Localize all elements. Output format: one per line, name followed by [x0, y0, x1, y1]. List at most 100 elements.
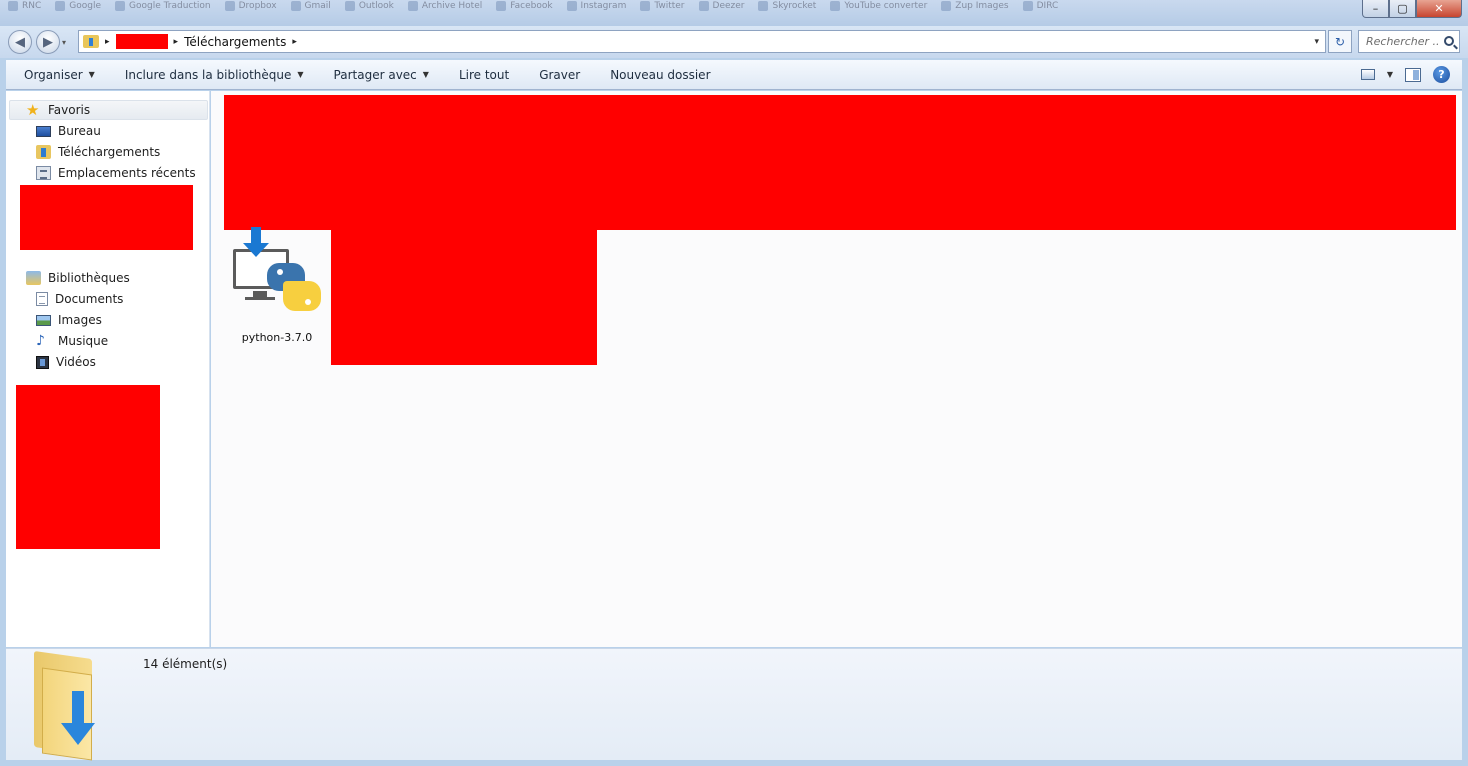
toolbar-button-nouveau-dossier[interactable]: Nouveau dossier: [595, 68, 725, 82]
sidebar-item-music[interactable]: ♪ Musique: [36, 331, 108, 351]
sidebar-item-label: Favoris: [48, 103, 91, 117]
bookmark-item[interactable]: Skyrocket: [758, 1, 816, 11]
toolbar-button-label: Graver: [539, 67, 581, 82]
sidebar-item-images[interactable]: Images: [36, 310, 102, 330]
bookmark-item[interactable]: Gmail: [290, 1, 331, 11]
bookmark-favicon-icon: [115, 1, 126, 11]
bookmark-favicon-icon: [640, 1, 651, 11]
sidebar-favorites-header[interactable]: ★ Favoris: [9, 100, 208, 120]
bookmark-label: Google: [69, 1, 102, 11]
bookmark-label: YouTube converter: [844, 1, 928, 11]
bookmark-item[interactable]: Facebook: [496, 1, 553, 11]
bookmark-label: Twitter: [654, 1, 685, 11]
bookmark-label: Instagram: [580, 1, 627, 11]
recent-pages-dropdown-icon[interactable]: ▾: [62, 38, 66, 47]
sidebar-item-label: Musique: [58, 334, 109, 348]
file-list-pane[interactable]: python-3.7.0: [211, 91, 1462, 647]
sidebar-item-label: Images: [58, 313, 102, 327]
toolbar-button-graver[interactable]: Graver: [524, 68, 595, 82]
bookmarks-strip: RNC Google Google Traduction Dropbox Gmail Ou…: [8, 0, 1058, 12]
refresh-icon: ↻: [1334, 34, 1346, 49]
breadcrumb-separator[interactable]: ▸: [292, 37, 297, 47]
bookmark-label: Gmail: [304, 1, 331, 11]
bookmark-item[interactable]: Deezer: [698, 1, 744, 11]
bookmark-item[interactable]: Instagram: [566, 1, 627, 11]
bookmark-item[interactable]: RNC: [8, 1, 41, 11]
navigation-pane: ★ Favoris Bureau Téléchargements Emplace…: [6, 91, 210, 647]
bookmark-item[interactable]: Dropbox: [224, 1, 277, 11]
bookmark-favicon-icon: [698, 1, 709, 11]
preview-pane-icon[interactable]: [1405, 67, 1421, 82]
sidebar-item-downloads[interactable]: Téléchargements: [36, 142, 160, 162]
bookmark-item[interactable]: YouTube converter: [830, 1, 927, 11]
minimize-button[interactable]: –: [1362, 0, 1389, 18]
sidebar-item-label: Bureau: [58, 124, 101, 138]
sidebar-item-label: Documents: [55, 292, 124, 306]
forward-button[interactable]: ▶: [36, 30, 60, 54]
bookmark-item[interactable]: Archive Hotel: [407, 1, 483, 11]
refresh-button[interactable]: ↻: [1328, 30, 1352, 53]
sidebar-item-videos[interactable]: Vidéos: [36, 352, 96, 372]
bookmark-item[interactable]: Google: [55, 1, 101, 11]
view-controls: ▼ ?: [1360, 66, 1450, 83]
address-dropdown-icon[interactable]: ▾: [1314, 37, 1319, 47]
breadcrumb-separator[interactable]: ▸: [174, 37, 179, 47]
bookmark-favicon-icon: [8, 1, 18, 11]
breadcrumb-separator[interactable]: ▸: [105, 37, 110, 47]
search-box[interactable]: [1358, 30, 1460, 53]
sidebar-item-documents[interactable]: Documents: [36, 289, 123, 309]
back-button[interactable]: ◀: [8, 30, 32, 54]
window-controls: – ▢ ✕: [1362, 0, 1462, 18]
sidebar-item-desktop[interactable]: Bureau: [36, 121, 101, 141]
bookmark-favicon-icon: [290, 1, 301, 11]
maximize-button[interactable]: ▢: [1389, 0, 1416, 18]
breadcrumb-downloads[interactable]: Téléchargements: [184, 35, 286, 49]
toolbar-button-partager-avec[interactable]: Partager avec ▼: [319, 68, 444, 82]
redacted-region: [331, 230, 597, 365]
desktop-icon: [36, 125, 51, 137]
back-arrow-icon: ◀: [15, 34, 25, 50]
title-bar: RNC Google Google Traduction Dropbox Gmail Ou…: [0, 0, 1468, 26]
bookmark-label: DIRC: [1036, 1, 1059, 11]
images-icon: [36, 314, 51, 326]
libraries-icon: [26, 271, 41, 285]
sidebar-item-label: Vidéos: [56, 355, 96, 369]
sidebar-item-recent-places[interactable]: Emplacements récents: [36, 163, 196, 183]
bookmark-item[interactable]: Twitter: [640, 1, 685, 11]
sidebar-libraries-header[interactable]: Bibliothèques: [26, 268, 130, 288]
view-options-dropdown-icon[interactable]: ▼: [1387, 70, 1393, 79]
sidebar-item-label: Emplacements récents: [58, 166, 196, 180]
bookmark-label: Google Traduction: [129, 1, 211, 11]
redacted-breadcrumb: [115, 34, 168, 49]
address-bar[interactable]: ▸ ▸ Téléchargements ▸ ▾: [78, 30, 1326, 53]
dropdown-caret-icon: ▼: [297, 70, 304, 79]
search-icon[interactable]: [1444, 36, 1454, 46]
address-row: ◀ ▶ ▾ ▸ ▸ Téléchargements ▸ ▾ ↻: [0, 26, 1468, 58]
bookmark-item[interactable]: Zup Images: [941, 1, 1009, 11]
toolbar-button-inclure-dans-la-biblioth-que[interactable]: Inclure dans la bibliothèque ▼: [110, 68, 319, 82]
star-icon: ★: [26, 101, 40, 119]
bookmark-favicon-icon: [224, 1, 235, 11]
bookmark-item[interactable]: DIRC: [1022, 1, 1059, 11]
redacted-region: [16, 385, 160, 549]
bookmark-favicon-icon: [758, 1, 769, 11]
toolbar-button-label: Organiser: [24, 67, 83, 82]
downloads-folder-icon: [83, 35, 99, 48]
documents-icon: [36, 292, 48, 306]
bookmark-item[interactable]: Outlook: [344, 1, 394, 11]
bookmark-item[interactable]: Google Traduction: [115, 1, 211, 11]
bookmark-label: Facebook: [510, 1, 553, 11]
file-item[interactable]: python-3.7.0: [225, 227, 329, 345]
music-icon: ♪: [36, 333, 45, 349]
change-view-icon[interactable]: [1360, 69, 1375, 80]
file-name: python-3.7.0: [241, 331, 313, 344]
bookmark-label: Archive Hotel: [421, 1, 483, 11]
bookmark-favicon-icon: [1022, 1, 1033, 11]
redacted-region: [224, 95, 1456, 230]
close-button[interactable]: ✕: [1416, 0, 1462, 18]
toolbar-button-lire-tout[interactable]: Lire tout: [444, 68, 524, 82]
bookmark-favicon-icon: [566, 1, 577, 11]
toolbar-button-organiser[interactable]: Organiser ▼: [6, 68, 110, 82]
search-input[interactable]: [1366, 35, 1440, 48]
help-icon[interactable]: ?: [1433, 66, 1450, 83]
